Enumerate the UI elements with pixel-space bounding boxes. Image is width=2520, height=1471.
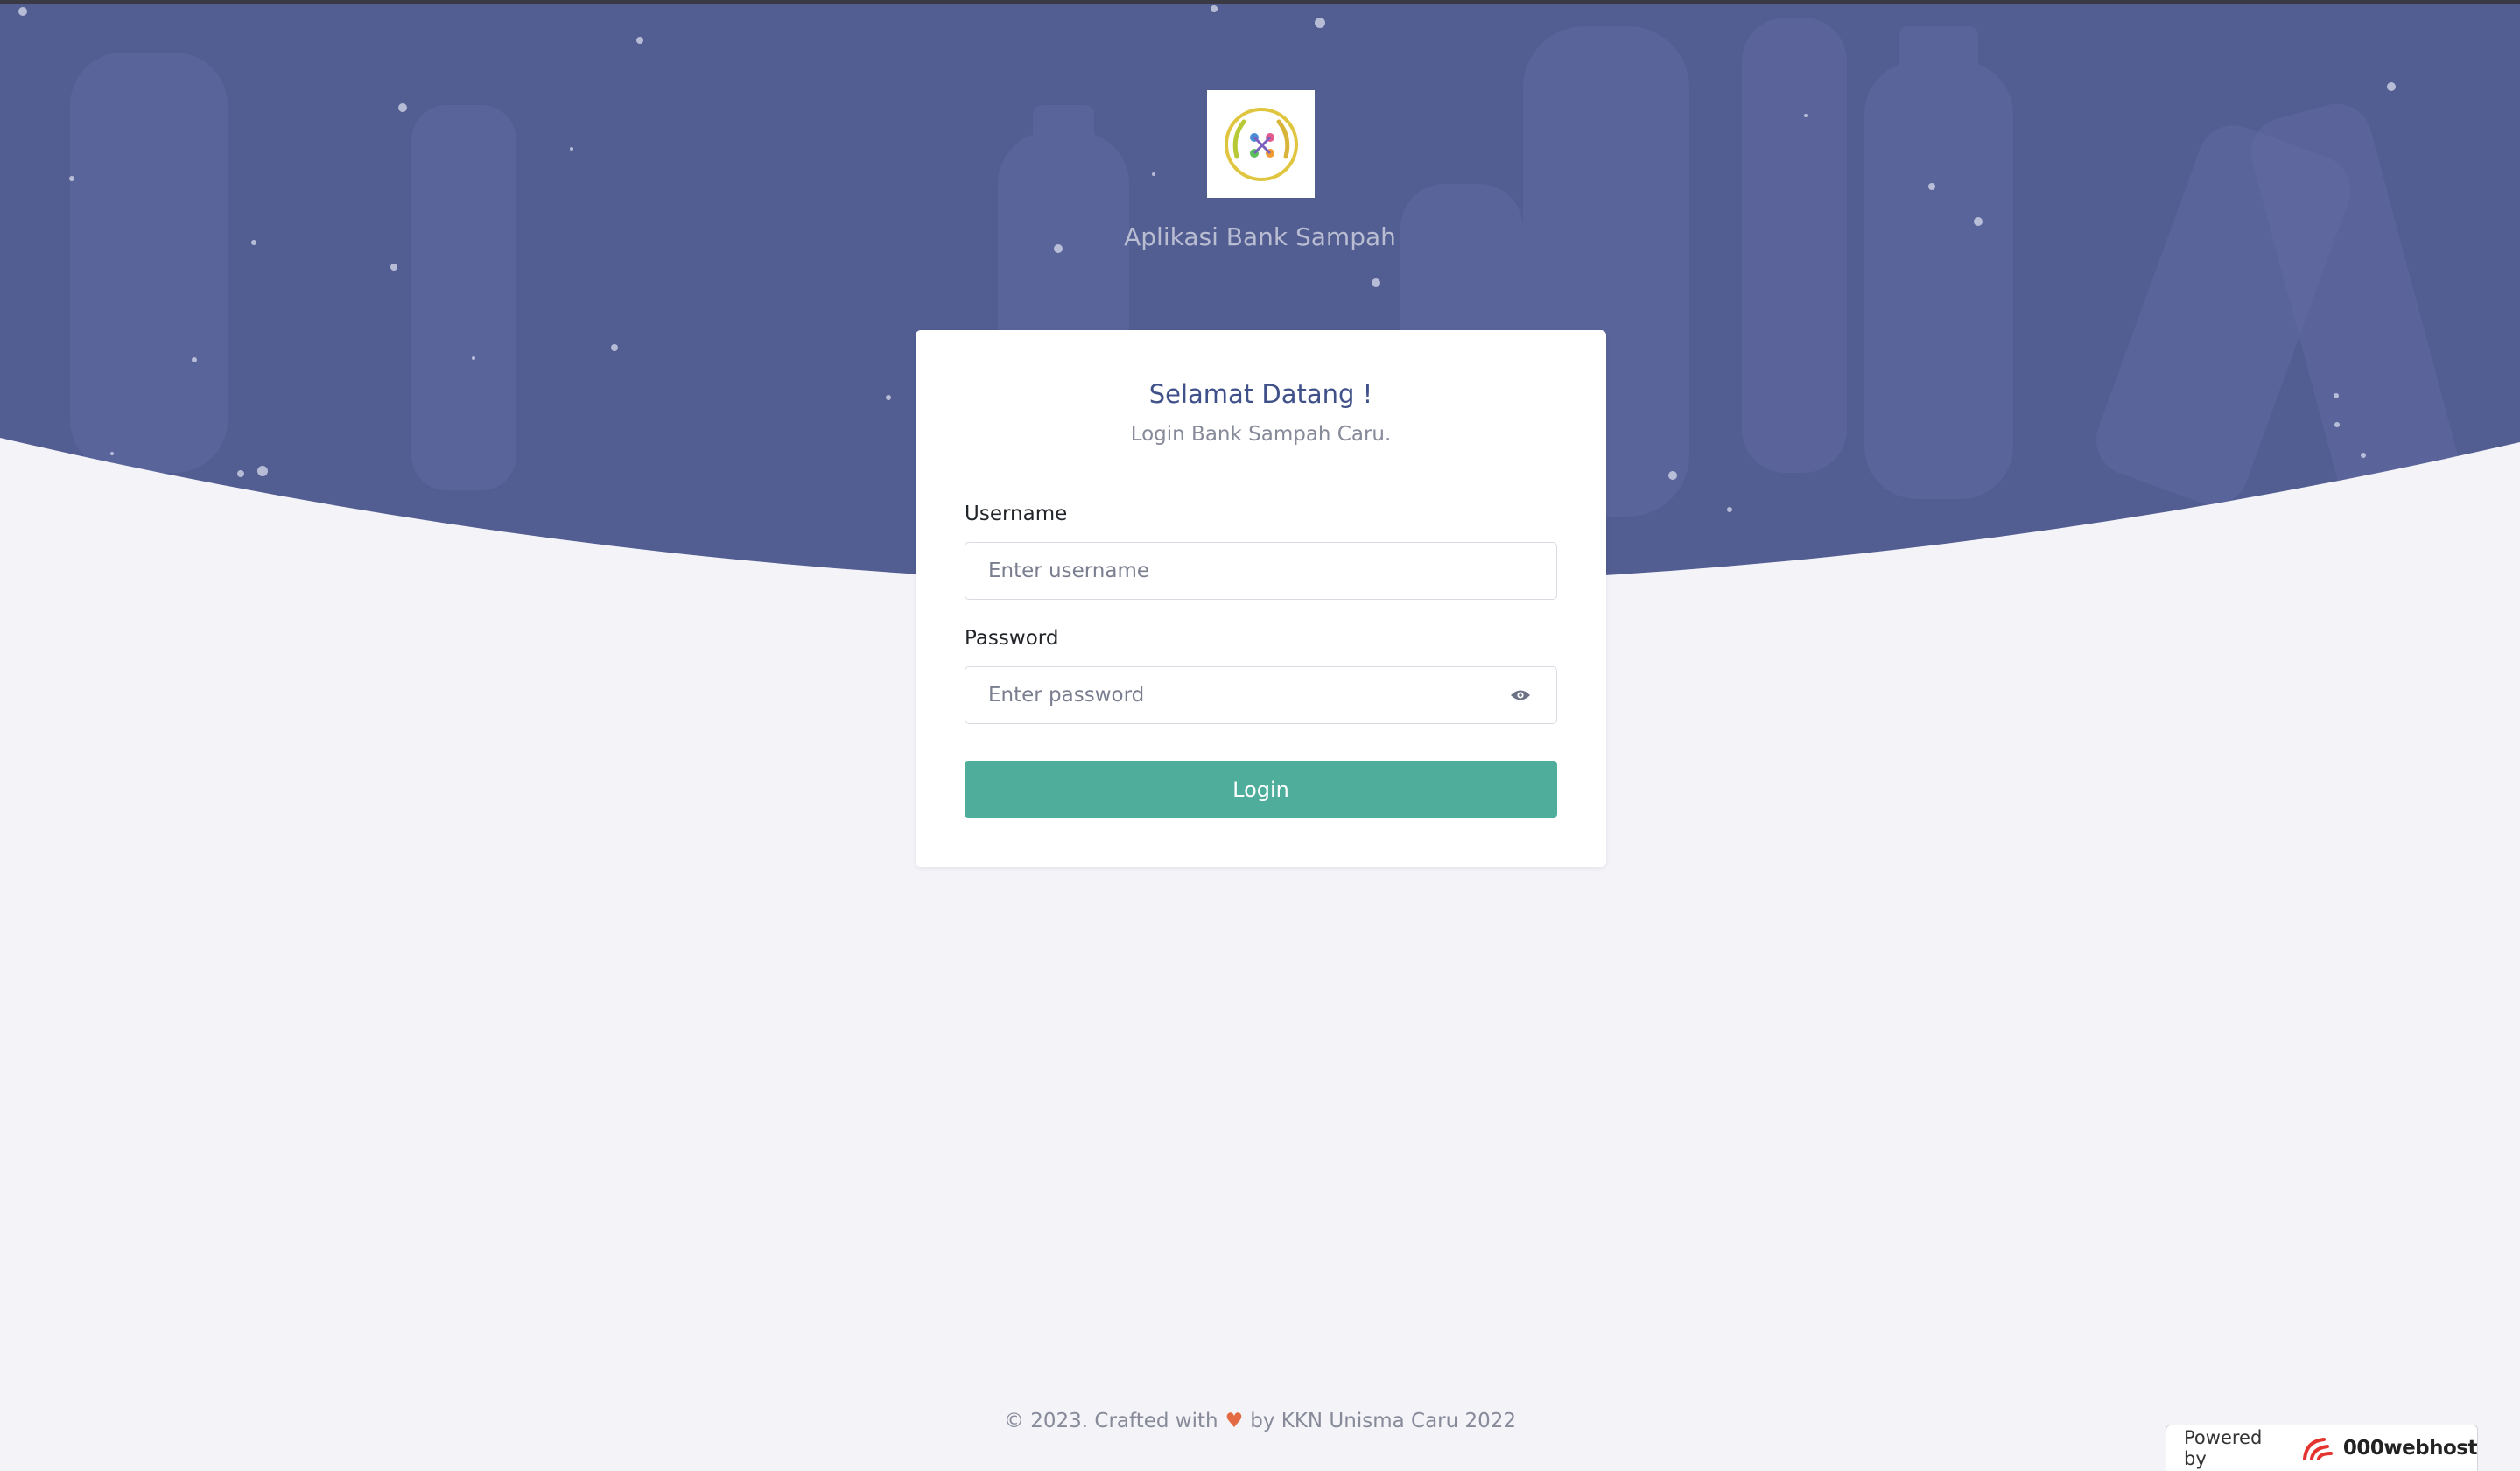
webhost-brand: 000webhost: [2342, 1437, 2478, 1460]
app-logo: [1207, 90, 1315, 198]
username-label: Username: [965, 503, 1068, 525]
webhost-logo: 000webhost: [2301, 1434, 2478, 1462]
powered-by-label: Powered by: [2184, 1427, 2263, 1469]
bank-sampah-logo-icon: [1224, 107, 1298, 181]
footer-prefix: © 2023. Crafted with: [1003, 1410, 1218, 1432]
username-input[interactable]: [965, 542, 1557, 600]
password-visibility-toggle[interactable]: [1507, 684, 1534, 707]
welcome-title: Selamat Datang !: [1148, 379, 1373, 409]
powered-by-badge[interactable]: Powered by 000webhost: [2166, 1425, 2478, 1471]
heart-icon: ♥: [1225, 1410, 1244, 1432]
webhost-swirl-icon: [2302, 1438, 2333, 1460]
login-button[interactable]: Login: [965, 761, 1557, 818]
app-title: Aplikasi Bank Sampah: [1124, 222, 1396, 251]
login-card: Selamat Datang ! Login Bank Sampah Caru.…: [916, 330, 1606, 867]
password-label: Password: [965, 627, 1059, 650]
eye-icon: [1511, 690, 1530, 700]
footer-copyright: © 2023. Crafted with ♥ by KKN Unisma Caru …: [0, 1410, 2520, 1432]
login-page: Aplikasi Bank Sampah Selamat Datang ! Lo…: [0, 0, 2520, 1471]
welcome-subtitle: Login Bank Sampah Caru.: [1130, 423, 1392, 446]
password-input[interactable]: [965, 666, 1557, 724]
top-border: [0, 0, 2520, 4]
footer-suffix: by KKN Unisma Caru 2022: [1250, 1410, 1517, 1432]
